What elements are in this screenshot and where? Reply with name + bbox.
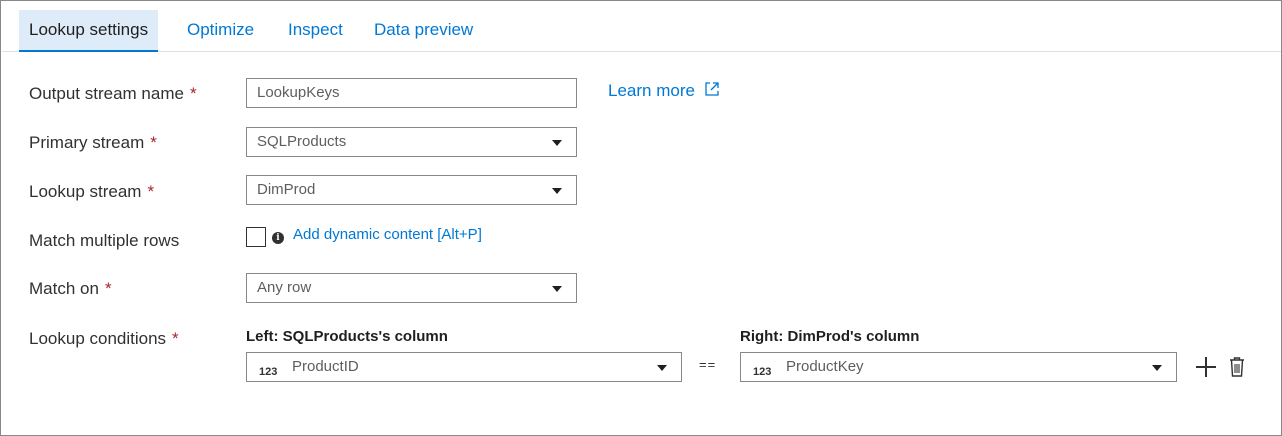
equals-operator: == [699, 357, 717, 372]
learn-more-text: Learn more [608, 81, 695, 100]
primary-stream-label-text: Primary stream [29, 133, 145, 152]
tab-lookup-settings[interactable]: Lookup settings [19, 10, 159, 52]
add-dynamic-content-link[interactable]: Add dynamic content [Alt+P] [293, 226, 482, 243]
output-stream-label: Output stream name * [29, 84, 197, 104]
match-on-label: Match on * [29, 279, 112, 299]
required-asterisk: * [172, 329, 179, 348]
match-on-value: Any row [257, 279, 312, 296]
tab-bar: Lookup settings Optimize Inspect Data pr… [2, 2, 1281, 52]
lookup-conditions-label-text: Lookup conditions [29, 329, 167, 348]
output-stream-input[interactable]: LookupKeys [246, 78, 577, 108]
settings-panel: Lookup settings Optimize Inspect Data pr… [0, 0, 1282, 436]
output-stream-label-text: Output stream name [29, 84, 184, 103]
lookup-stream-value: DimProd [257, 181, 316, 198]
tab-optimize[interactable]: Optimize [187, 10, 254, 52]
learn-more-link[interactable]: Learn more [608, 81, 720, 101]
primary-stream-dropdown[interactable]: SQLProducts [246, 127, 577, 157]
numeric-type-badge: 123 [753, 366, 772, 378]
primary-stream-value: SQLProducts [257, 133, 347, 150]
lookup-conditions-label: Lookup conditions * [29, 329, 179, 349]
lookup-stream-dropdown[interactable]: DimProd [246, 175, 577, 205]
match-multiple-label: Match multiple rows [29, 231, 179, 251]
chevron-down-icon [1152, 365, 1162, 371]
match-on-dropdown[interactable]: Any row [246, 273, 577, 303]
tab-inspect[interactable]: Inspect [288, 10, 343, 52]
chevron-down-icon [552, 140, 562, 146]
required-asterisk: * [147, 182, 155, 201]
required-asterisk: * [150, 133, 157, 152]
left-column-header: Left: SQLProducts's column [246, 328, 448, 345]
lookup-stream-label-text: Lookup stream [29, 182, 142, 201]
info-icon: i [272, 232, 284, 244]
right-column-value: ProductKey [786, 358, 864, 375]
chevron-down-icon [657, 365, 667, 371]
right-column-dropdown[interactable]: 123 ProductKey [740, 352, 1177, 382]
left-column-dropdown[interactable]: 123 ProductID [246, 352, 682, 382]
plus-icon[interactable] [1196, 357, 1216, 377]
required-asterisk: * [104, 279, 112, 298]
tab-data-preview[interactable]: Data preview [374, 10, 473, 52]
numeric-type-badge: 123 [259, 366, 278, 378]
required-asterisk: * [189, 84, 197, 103]
chevron-down-icon [552, 286, 562, 292]
external-link-icon [705, 82, 719, 96]
right-column-header: Right: DimProd's column [740, 328, 920, 345]
match-multiple-checkbox[interactable] [246, 227, 266, 247]
lookup-stream-label: Lookup stream * [29, 182, 154, 202]
left-column-value: ProductID [292, 358, 359, 375]
trash-icon[interactable] [1229, 356, 1245, 378]
output-stream-value: LookupKeys [257, 84, 340, 101]
match-on-label-text: Match on [29, 279, 99, 298]
match-multiple-label-text: Match multiple rows [29, 231, 180, 250]
chevron-down-icon [552, 188, 562, 194]
primary-stream-label: Primary stream * [29, 133, 157, 153]
